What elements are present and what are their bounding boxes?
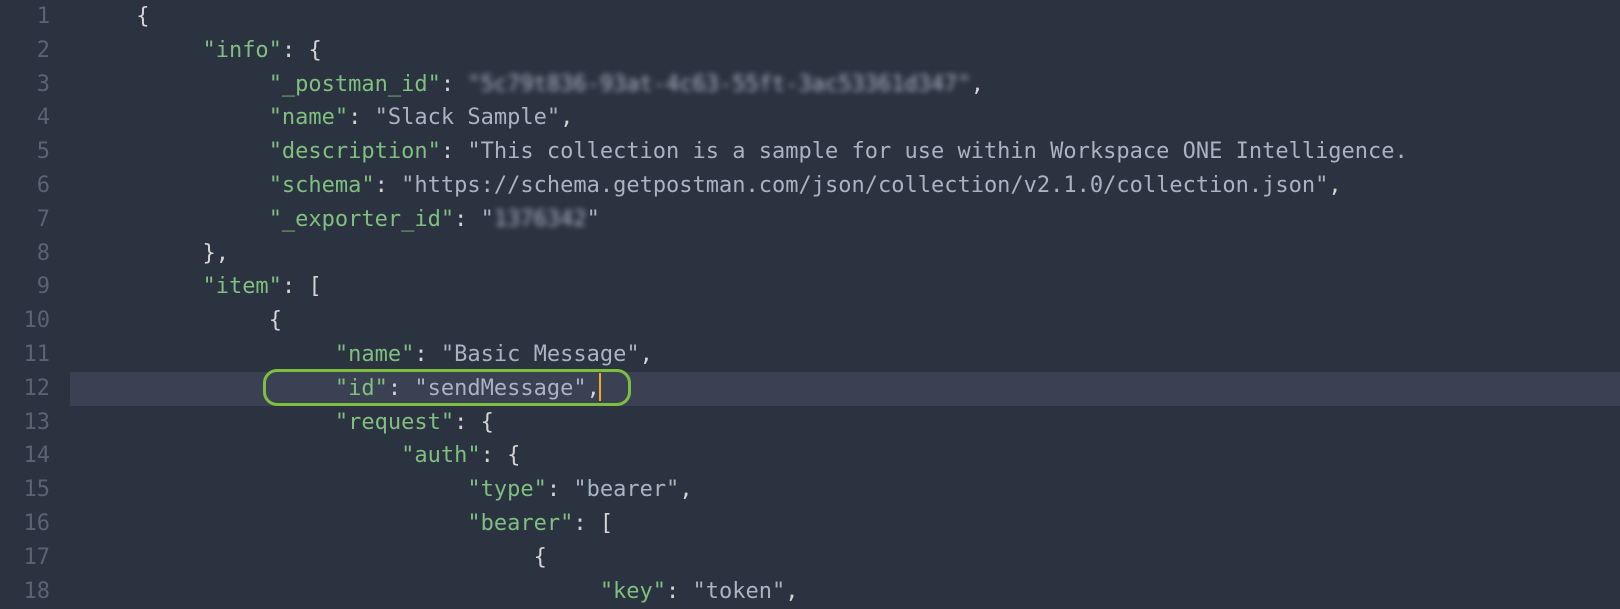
code-line[interactable]: "_exporter_id": "1376342" [70,203,1620,237]
code-token: : [282,274,309,299]
code-line[interactable]: "type": "bearer", [70,473,1620,507]
code-token: : [454,207,481,232]
line-number: 15 [0,473,50,507]
code-line[interactable]: { [70,0,1620,34]
code-token: , [216,241,229,266]
code-line[interactable]: "info": { [70,34,1620,68]
line-number: 12 [0,372,50,406]
code-token: : [666,579,693,604]
code-token: { [136,4,149,29]
code-line[interactable]: }, [70,237,1620,271]
code-area[interactable]: { "info": { "_postman_id": "5c79t836-93a… [70,0,1620,609]
code-line[interactable]: "schema": "https://schema.getpostman.com… [70,169,1620,203]
code-token: "bearer" [573,477,679,502]
code-token: " [481,207,494,232]
code-token: { [308,38,321,63]
code-token: , [971,72,984,97]
code-token: "item" [202,274,281,299]
code-token: : [441,72,468,97]
line-number: 13 [0,406,50,440]
code-token: " [587,207,600,232]
code-token: : [454,410,481,435]
code-token: : [388,376,415,401]
code-line[interactable]: "bearer": [ [70,507,1620,541]
code-token: "_postman_id" [269,72,441,97]
code-token: : [481,443,508,468]
line-number: 1 [0,0,50,34]
code-line[interactable]: "name": "Basic Message", [70,338,1620,372]
code-token: "description" [269,139,441,164]
code-token: { [534,545,547,570]
code-token: , [560,105,573,130]
code-token: [ [600,511,613,536]
code-line[interactable]: "name": "Slack Sample", [70,101,1620,135]
code-token: "id" [335,376,388,401]
code-token: : [375,173,402,198]
code-token: { [481,410,494,435]
code-line[interactable]: "item": [ [70,270,1620,304]
code-token: "5c79t836-93at-4c63-55ft-3ac53361d347" [467,72,970,97]
line-number: 9 [0,270,50,304]
line-number: 16 [0,507,50,541]
code-token: "key" [600,579,666,604]
code-token: } [202,241,215,266]
line-number: 17 [0,541,50,575]
code-line[interactable]: "_postman_id": "5c79t836-93at-4c63-55ft-… [70,68,1620,102]
code-token: "name" [335,342,414,367]
code-token: [ [308,274,321,299]
code-token: "Basic Message" [441,342,640,367]
code-token: "bearer" [467,511,573,536]
code-line[interactable]: { [70,304,1620,338]
code-line[interactable]: "auth": { [70,439,1620,473]
code-line[interactable]: "request": { [70,406,1620,440]
code-token: "info" [202,38,281,63]
line-number: 11 [0,338,50,372]
code-token: , [1328,173,1341,198]
code-token: : [282,38,309,63]
code-token: : [547,477,574,502]
line-number-gutter: 123456789101112131415161718 [0,0,70,609]
code-editor[interactable]: 123456789101112131415161718 { "info": { … [0,0,1620,609]
code-token: { [269,308,282,333]
line-number: 6 [0,169,50,203]
code-token: "Slack Sample" [375,105,560,130]
code-token: : [414,342,441,367]
line-number: 3 [0,68,50,102]
code-line[interactable]: "key": "token", [70,575,1620,609]
code-token: "auth" [401,443,480,468]
code-line[interactable]: "description": "This collection is a sam… [70,135,1620,169]
code-token: : [441,139,468,164]
code-token: , [587,376,600,401]
code-token: "https://schema.getpostman.com/json/coll… [401,173,1328,198]
line-number: 14 [0,439,50,473]
code-token: { [507,443,520,468]
code-token: : [573,511,600,536]
line-number: 5 [0,135,50,169]
code-token: "token" [693,579,786,604]
code-token: "name" [269,105,348,130]
line-number: 18 [0,575,50,609]
line-number: 4 [0,101,50,135]
line-number: 8 [0,237,50,271]
code-token: "sendMessage" [414,376,586,401]
code-token: "This collection is a sample for use wit… [467,139,1407,164]
line-number: 2 [0,34,50,68]
code-line[interactable]: { [70,541,1620,575]
code-token: "schema" [269,173,375,198]
code-token: "_exporter_id" [269,207,454,232]
text-cursor [599,373,601,401]
code-token: "type" [467,477,546,502]
code-token: 1376342 [494,207,587,232]
code-token: "request" [335,410,454,435]
code-token: : [348,105,375,130]
code-token: , [785,579,798,604]
code-token: , [640,342,653,367]
line-number: 10 [0,304,50,338]
code-token: , [679,477,692,502]
line-number: 7 [0,203,50,237]
code-line[interactable]: "id": "sendMessage", [70,372,1620,406]
